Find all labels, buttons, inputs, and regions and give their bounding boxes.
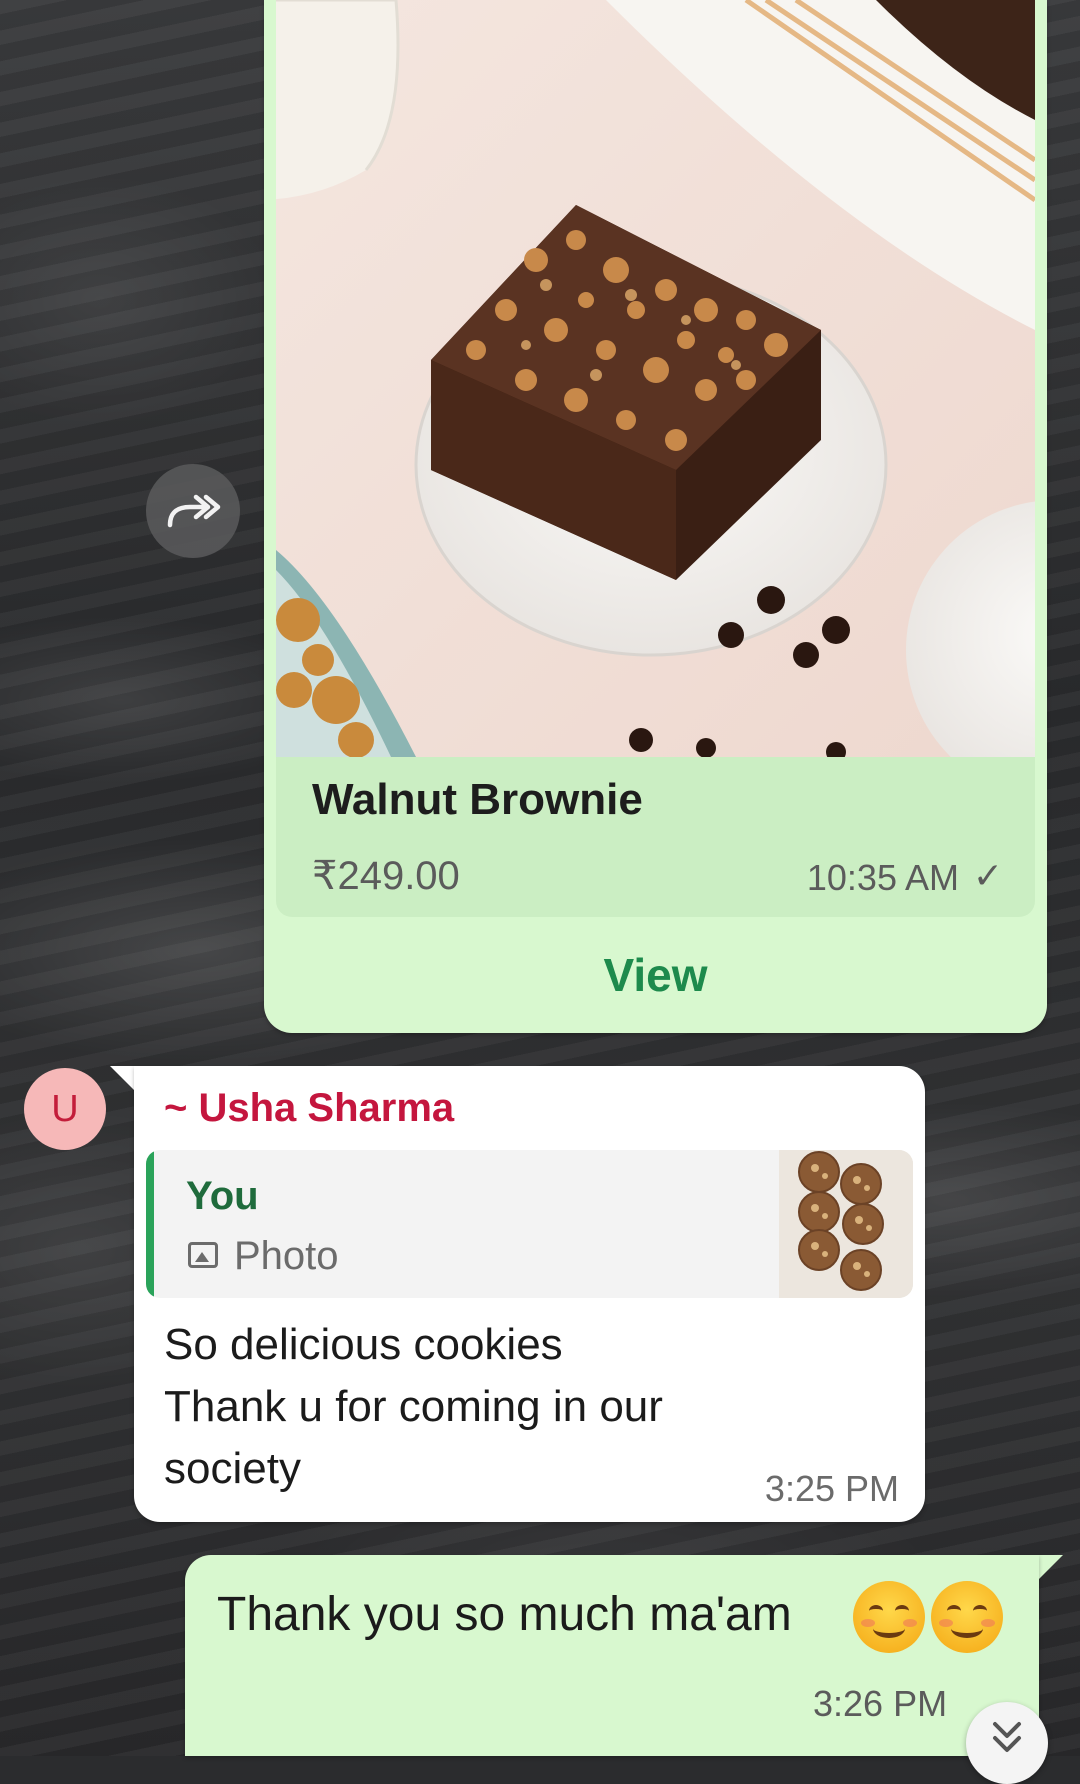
quoted-photo-thumbnail (779, 1150, 913, 1298)
sent-check-icon: ✓ (972, 855, 1003, 896)
product-message-bubble[interactable]: Walnut Brownie ₹249.00 10:35 AM ✓ View (264, 0, 1047, 1033)
quoted-message[interactable]: You Photo (146, 1150, 913, 1298)
message-line: society (164, 1444, 301, 1493)
photo-icon (188, 1242, 218, 1268)
product-price: ₹249.00 (312, 854, 460, 898)
chevron-glyph (993, 1722, 1021, 1752)
forward-icon[interactable] (146, 464, 240, 558)
double-chevron-down-icon[interactable] (966, 1702, 1048, 1784)
quoted-author: You (186, 1174, 259, 1218)
outgoing-bubble-tail (1039, 1555, 1063, 1579)
sender-avatar[interactable]: U (24, 1068, 106, 1150)
message-line: Thank u for coming in our (164, 1382, 663, 1431)
message-line: So delicious cookies (164, 1320, 563, 1369)
sender-name[interactable]: ~ Usha Sharma (164, 1086, 454, 1131)
smiling-face-emoji (931, 1581, 1003, 1653)
message-timestamp: 3:25 PM (764, 1468, 899, 1509)
message-timestamp: 10:35 AM (806, 857, 959, 898)
product-info[interactable]: Walnut Brownie ₹249.00 10:35 AM ✓ (276, 757, 1035, 917)
outgoing-message-bubble[interactable]: Thank you so much ma'am 3:26 PM (185, 1555, 1039, 1756)
message-text: Thank you so much ma'am (217, 1588, 792, 1641)
quoted-type: Photo (234, 1234, 339, 1278)
product-image[interactable] (276, 0, 1035, 757)
smiling-face-emoji (853, 1581, 925, 1653)
view-product-button[interactable]: View (264, 917, 1047, 1033)
product-name: Walnut Brownie (312, 775, 643, 824)
incoming-bubble-tail (110, 1066, 136, 1092)
message-timestamp: 3:26 PM (813, 1683, 948, 1724)
incoming-message-bubble[interactable]: ~ Usha Sharma You Photo So delicious coo… (134, 1066, 925, 1522)
forward-arrow-glyph (167, 494, 221, 528)
message-text: So delicious cookies Thank u for coming … (164, 1314, 804, 1500)
quote-accent-bar (146, 1150, 154, 1298)
